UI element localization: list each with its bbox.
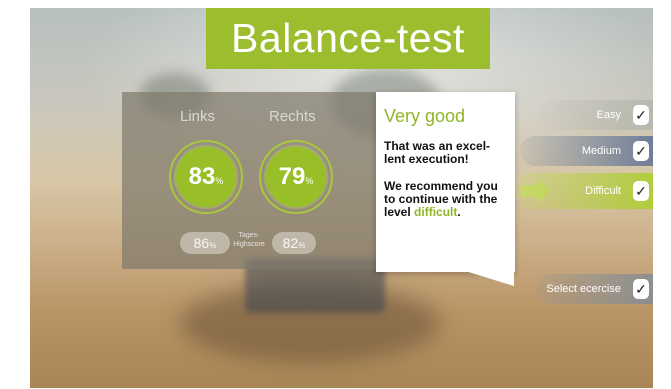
result-panel: Links Rechts 83% 79% 86% Tages- Highscor… [122,92,376,269]
right-label: Rechts [269,108,316,125]
right-highscore-value: 82 [282,235,299,251]
feedback-card-tail [462,270,514,286]
level-easy-label: Easy [596,109,621,121]
level-medium-button[interactable]: Medium ✓ [520,136,653,166]
screen-background: Balance-test Links Rechts 83% 79% 86% Ta… [30,8,653,388]
left-score-unit: % [215,176,224,186]
right-score-unit: % [305,176,314,186]
check-icon: ✓ [633,181,649,201]
highscore-caption-line1: Tages- [238,232,260,239]
check-icon: ✓ [633,279,649,299]
level-difficult-label: Difficult [585,185,621,197]
check-icon: ✓ [633,105,649,125]
right-score-value: 79 [278,163,306,190]
left-label: Links [180,108,216,125]
right-score-disc: 79% [266,147,326,207]
feedback-title: Very good [384,106,466,126]
highscore-caption: Tages- Highscore [230,231,268,249]
select-exercise-label: Select ecercise [546,283,621,295]
right-highscore-unit: % [298,241,306,250]
right-score-ring: 79% [259,140,333,214]
level-medium-label: Medium [581,145,621,157]
feedback-message: That was an excel-lent execution! [384,139,491,166]
left-highscore-value: 86 [193,235,210,251]
left-highscore-unit: % [209,241,217,250]
left-score-disc: 83% [176,147,236,207]
level-difficult-button[interactable]: Difficult ✓ [516,173,653,209]
page-title: Balance-test [206,8,490,69]
recommendation-message: We recommend you to continue with the le… [384,180,509,219]
right-highscore: 82% [272,232,316,254]
feedback-card: Very good That was an excel-lent executi… [376,92,515,272]
check-icon: ✓ [633,141,649,161]
highscore-caption-line2: Highscore [233,241,265,248]
level-easy-button[interactable]: Easy ✓ [538,100,653,130]
left-score-value: 83 [188,163,216,190]
select-exercise-button[interactable]: Select ecercise ✓ [536,274,653,304]
left-highscore: 86% [180,232,230,254]
recommended-level[interactable]: difficult [414,205,457,219]
recommendation-end: . [457,205,461,219]
left-score-ring: 83% [169,140,243,214]
